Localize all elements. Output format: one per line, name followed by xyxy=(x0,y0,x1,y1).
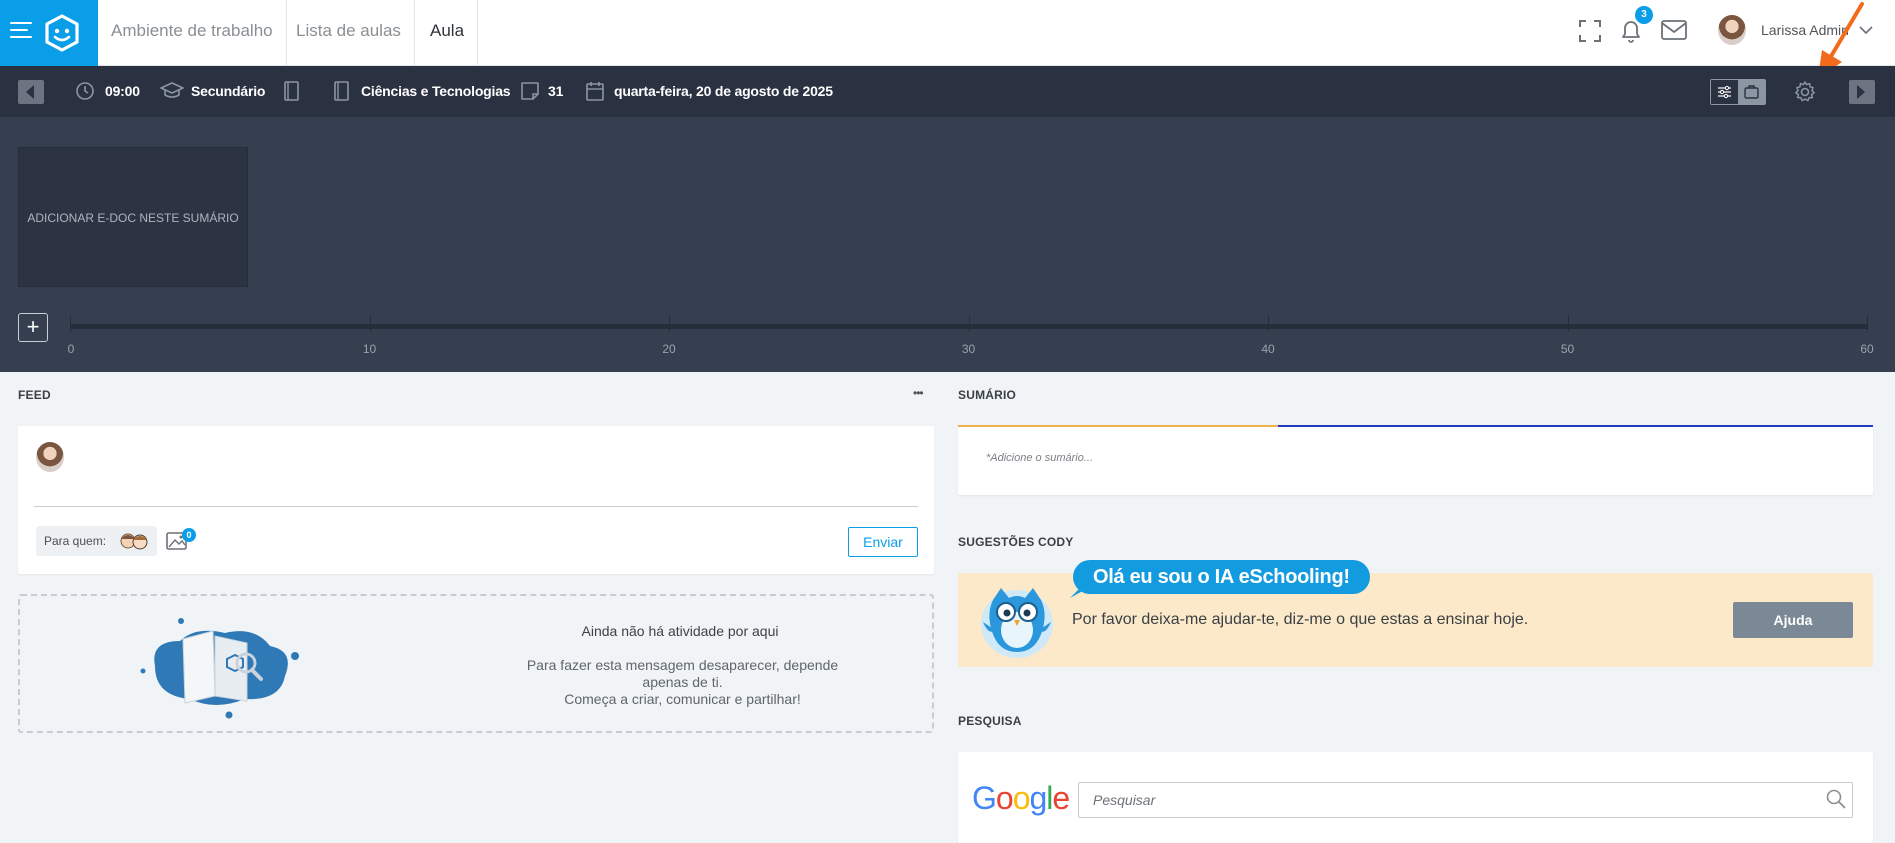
google-logo: Google xyxy=(972,780,1070,817)
tab-aula[interactable]: Aula xyxy=(417,0,479,66)
graduation-cap-icon xyxy=(160,82,184,98)
timeline-tick xyxy=(1567,316,1569,332)
sliders-icon xyxy=(1718,85,1731,99)
lesson-number: 31 xyxy=(548,83,564,99)
feed-composer: Para quem: 0 Enviar xyxy=(18,426,934,574)
lesson-toolbar: 09:00 Secundário Ciências e Tecnologias … xyxy=(0,66,1895,117)
tab-ambiente-de-trabalho[interactable]: Ambiente de trabalho xyxy=(98,0,287,66)
feed-title: FEED xyxy=(18,388,51,402)
top-navbar: Ambiente de trabalho Lista de aulas Aula… xyxy=(0,0,1895,66)
timeline-panel: ADICIONAR E-DOC NESTE SUMÁRIO + 0 10 20 30 4… xyxy=(0,117,1895,372)
sumario-progress-left xyxy=(958,425,1278,427)
google-letter: g xyxy=(1029,780,1047,816)
timeline-tick-label: 10 xyxy=(362,342,377,356)
google-letter: o xyxy=(1012,780,1031,816)
cody-greeting-bubble: Olá eu sou o IA eSchooling! xyxy=(1073,560,1370,594)
arrow-right-icon xyxy=(1857,85,1865,99)
timeline-tick xyxy=(669,316,670,332)
calendar-icon xyxy=(586,82,604,101)
tab-lista-de-aulas[interactable]: Lista de aulas xyxy=(283,0,415,66)
empty-state-text-line-1: Para fazer esta mensagem desaparecer, de… xyxy=(526,657,839,690)
timeline-tick xyxy=(1268,316,1269,332)
sumario-card[interactable] xyxy=(958,425,1873,495)
note-icon xyxy=(521,82,539,100)
lesson-level: Secundário xyxy=(191,83,266,99)
lesson-subject: Ciências e Tecnologias xyxy=(361,83,511,99)
timeline-tick xyxy=(70,316,71,332)
google-letter: e xyxy=(1052,780,1070,816)
search-input[interactable]: Pesquisar xyxy=(1078,782,1853,818)
bubble-tail-icon xyxy=(1070,584,1088,598)
eschooling-logo-icon[interactable] xyxy=(44,14,80,52)
send-button[interactable]: Enviar xyxy=(848,527,918,557)
pesquisa-title: PESQUISA xyxy=(958,714,1022,728)
book-icon[interactable] xyxy=(283,81,301,101)
board-view-button[interactable] xyxy=(1738,80,1765,104)
add-edoc-dropzone[interactable]: ADICIONAR E-DOC NESTE SUMÁRIO xyxy=(18,147,248,287)
arrow-left-icon xyxy=(26,85,34,99)
feed-more-icon[interactable]: ••• xyxy=(913,386,924,400)
timeline-tick-label: 20 xyxy=(662,342,676,356)
previous-lesson-button[interactable] xyxy=(18,80,44,104)
empty-state-text-line-2: Começa a criar, comunicar e partilhar! xyxy=(564,691,801,707)
empty-state-text: Para fazer esta mensagem desaparecer, de… xyxy=(520,657,845,708)
clock-icon xyxy=(76,82,94,100)
recipients-selector[interactable]: Para quem: xyxy=(36,526,158,556)
timeline-tick xyxy=(369,316,371,332)
sumario-progress-right xyxy=(1278,425,1873,427)
add-timeline-item-button[interactable]: + xyxy=(18,313,48,342)
composer-avatar xyxy=(36,442,64,472)
view-toggle xyxy=(1710,79,1766,105)
feed-empty-state: Ainda não há atividade por aqui Para faz… xyxy=(18,594,934,733)
search-icon[interactable] xyxy=(1826,789,1846,809)
timeline-tick-label: 50 xyxy=(1560,342,1575,356)
recipients-label: Para quem: xyxy=(44,534,107,548)
brand-block xyxy=(0,0,98,66)
sumario-input-placeholder[interactable]: *Adicione o sumário... xyxy=(986,452,1093,464)
help-button[interactable]: Ajuda xyxy=(1733,602,1853,638)
timeline-tick-label: 30 xyxy=(961,342,976,356)
google-letter: o xyxy=(995,780,1014,816)
cody-title: SUGESTÕES CODY xyxy=(958,535,1074,549)
sumario-title: SUMÁRIO xyxy=(958,388,1017,402)
media-count-badge: 0 xyxy=(182,528,196,542)
timeline-tick-label: 0 xyxy=(67,342,75,356)
menu-icon[interactable] xyxy=(10,22,32,42)
briefcase-icon xyxy=(1744,85,1759,99)
google-letter: G xyxy=(972,780,997,816)
fullscreen-icon[interactable] xyxy=(1578,19,1602,43)
owl-mascot-icon xyxy=(981,588,1053,658)
timeline-tick xyxy=(968,316,970,332)
cody-message: Por favor deixa-me ajudar-te, diz-me o q… xyxy=(1072,611,1529,628)
next-lesson-button[interactable] xyxy=(1849,80,1875,104)
notifications-badge: 3 xyxy=(1635,6,1653,24)
composer-divider xyxy=(34,506,918,507)
timeline-tick xyxy=(1867,316,1868,332)
mail-icon[interactable] xyxy=(1661,20,1687,40)
gear-icon[interactable] xyxy=(1793,80,1817,104)
empty-state-title: Ainda não há atividade por aqui xyxy=(581,623,779,639)
user-avatar[interactable] xyxy=(1718,15,1746,45)
lesson-time: 09:00 xyxy=(105,83,140,99)
list-view-button[interactable] xyxy=(1711,80,1738,104)
empty-feed-illustration-icon xyxy=(140,618,299,719)
timeline-tick-label: 40 xyxy=(1261,342,1275,356)
timeline-tick-label: 60 xyxy=(1860,342,1874,356)
students-icon xyxy=(120,533,148,550)
lesson-date: quarta-feira, 20 de agosto de 2025 xyxy=(614,83,833,99)
subject-book-icon xyxy=(334,81,349,101)
